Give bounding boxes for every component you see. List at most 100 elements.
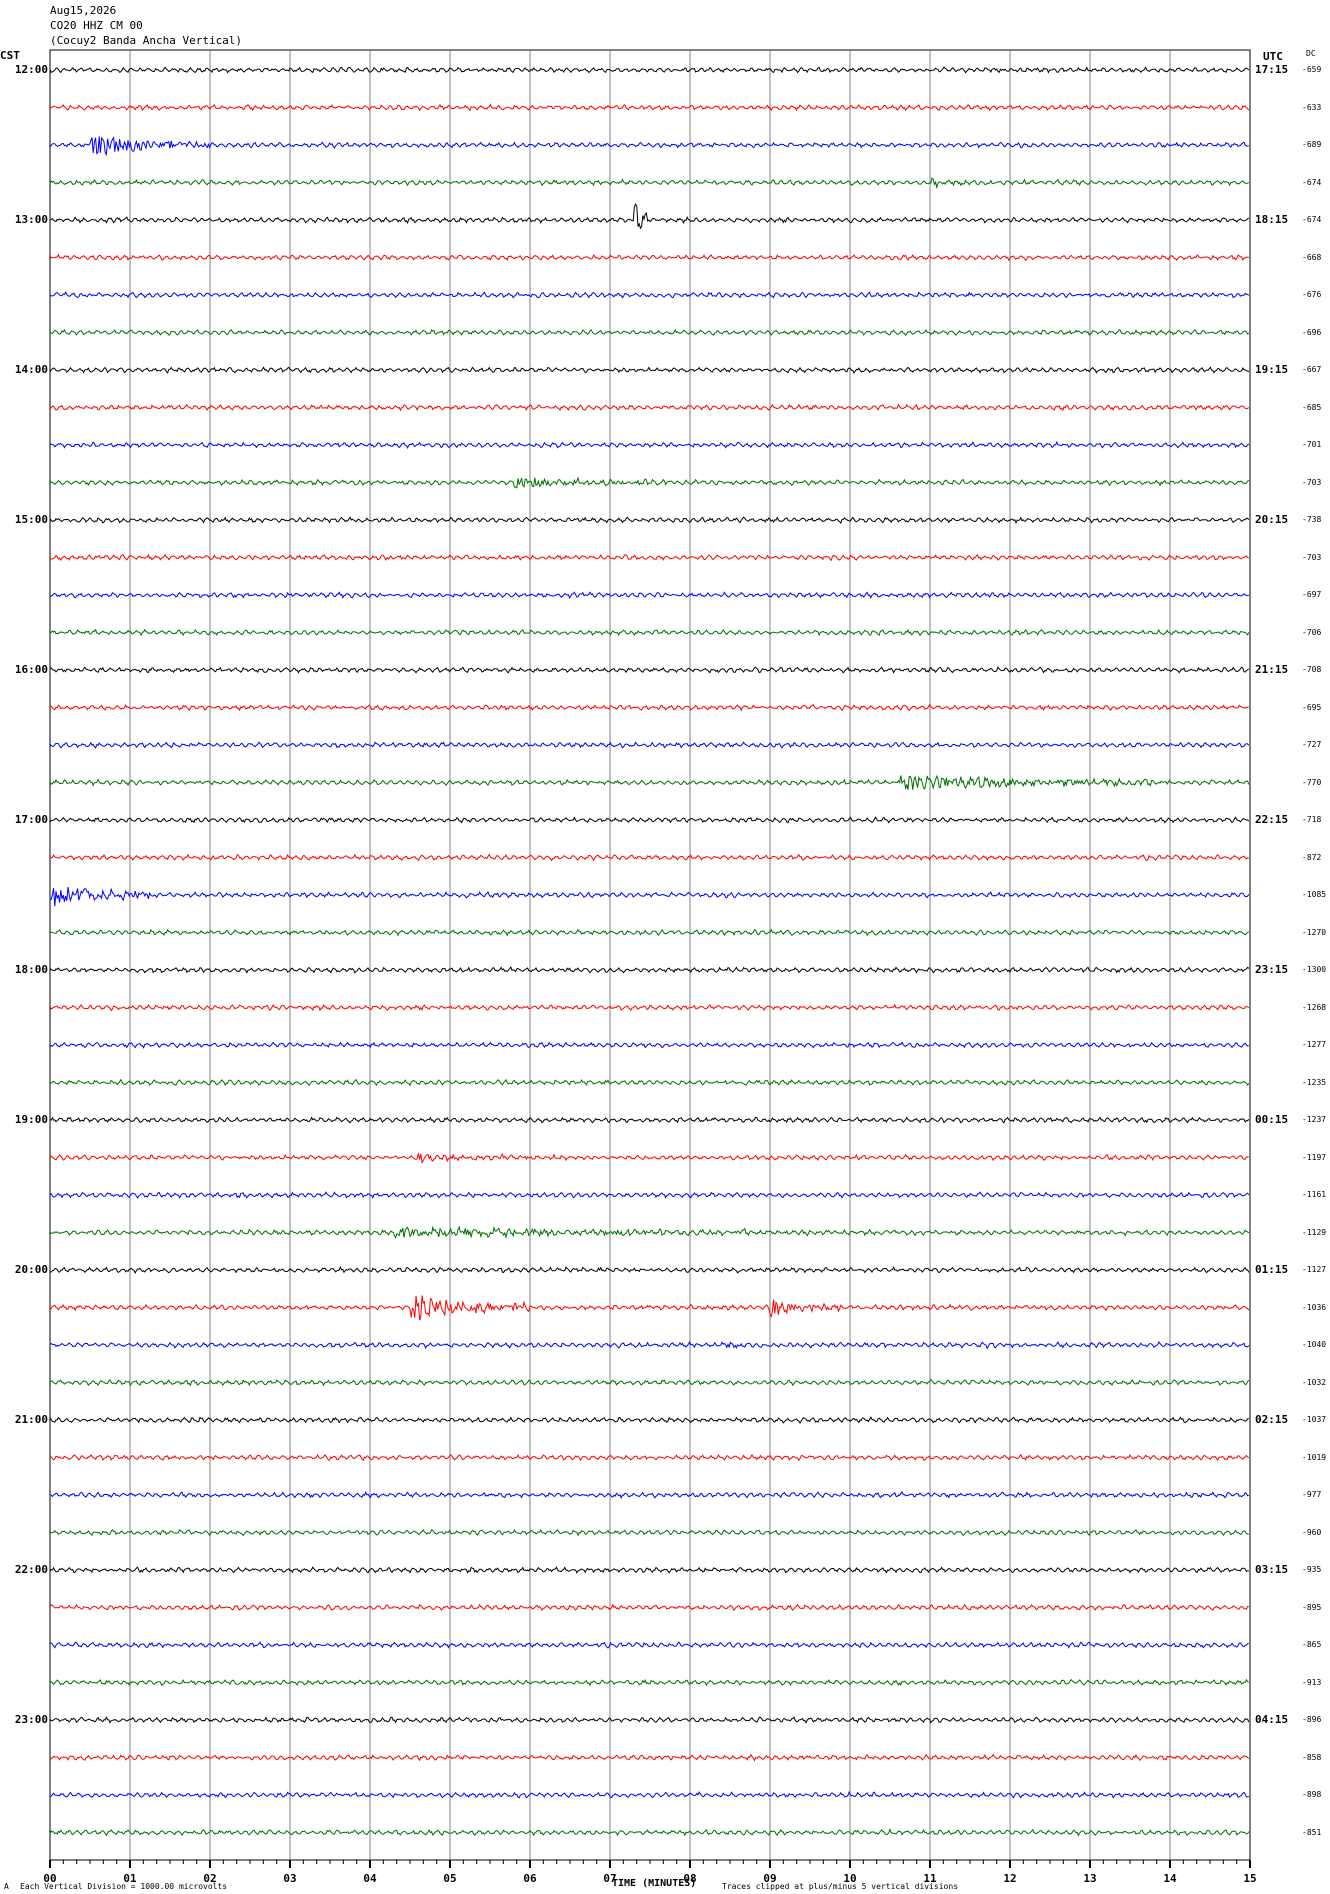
plot-frame	[49, 49, 1251, 1861]
seismic-trace	[49, 1295, 1250, 1321]
dc-offset-label: -1019	[1302, 1452, 1327, 1462]
x-tick-label: 13	[1083, 1872, 1097, 1885]
seismic-trace	[49, 1566, 1249, 1574]
dc-offset-label: -1300	[1302, 965, 1327, 974]
seismic-trace	[49, 1225, 1250, 1240]
seismic-trace	[49, 1490, 1249, 1500]
cst-hour-label: 16:00	[14, 663, 48, 676]
dc-offset-label: -898	[1302, 1790, 1322, 1799]
utc-hour-label: 01:15	[1255, 1263, 1289, 1276]
x-tick-label: 06	[523, 1872, 537, 1885]
dc-offset-label: -1161	[1302, 1190, 1327, 1199]
seismic-trace	[49, 1828, 1250, 1837]
seismic-trace	[49, 816, 1250, 824]
cst-hour-label: 23:00	[14, 1713, 48, 1726]
seismic-trace	[49, 1790, 1249, 1799]
seismic-trace	[49, 1191, 1250, 1199]
seismic-trace	[49, 1265, 1250, 1275]
seismic-trace	[49, 741, 1250, 749]
dc-offset-label: -1127	[1302, 1265, 1327, 1274]
dc-offset-label: -1268	[1302, 1002, 1327, 1012]
dc-offset-label: -872	[1302, 852, 1322, 862]
cst-hour-label: 22:00	[14, 1563, 48, 1576]
seismic-trace	[49, 703, 1249, 712]
seismic-trace	[49, 966, 1250, 974]
seismic-trace	[49, 1003, 1250, 1012]
seismic-trace	[49, 1716, 1250, 1724]
dc-offset-label: -1270	[1302, 927, 1327, 937]
dc-offset-label: -851	[1302, 1827, 1322, 1837]
dc-offset-label: -977	[1302, 1490, 1322, 1499]
cst-hour-label: 20:00	[14, 1263, 48, 1276]
dc-offset-label: -718	[1302, 815, 1322, 824]
dc-offset-label: -913	[1302, 1677, 1322, 1687]
dc-offset-label: -668	[1302, 252, 1322, 262]
dc-offset-label: -1197	[1302, 1152, 1327, 1162]
seismic-trace	[49, 1041, 1249, 1049]
utc-hour-label: 21:15	[1255, 663, 1289, 676]
utc-hour-label: 17:15	[1255, 63, 1289, 76]
cst-hour-label: 19:00	[14, 1113, 48, 1126]
seismic-trace	[49, 1340, 1250, 1350]
dc-offset-label: -659	[1302, 65, 1322, 74]
dc-offset-label: -633	[1302, 102, 1322, 112]
seismic-trace	[49, 136, 1249, 157]
seismic-trace	[50, 928, 1250, 937]
footer-scale-note: Each Vertical Division = 1000.00 microvo…	[20, 1882, 228, 1891]
dc-offset-label: -674	[1302, 215, 1322, 224]
dc-offset-label: -895	[1302, 1602, 1322, 1612]
seismic-trace	[49, 774, 1250, 790]
helicorder-plot	[49, 49, 1251, 1868]
dc-offset-label: -1040	[1302, 1340, 1327, 1349]
x-tick-label: 03	[283, 1872, 297, 1885]
corner-mark: A	[4, 1882, 9, 1891]
dc-offset-label: -703	[1302, 552, 1322, 562]
dc-offset-label: -1235	[1302, 1077, 1327, 1087]
cst-hour-label: 14:00	[14, 363, 48, 376]
seismic-trace	[49, 1641, 1249, 1649]
utc-hour-label: 20:15	[1255, 513, 1289, 526]
dc-offset-label: -689	[1302, 140, 1322, 149]
seismic-trace	[49, 440, 1250, 450]
seismic-trace	[49, 853, 1249, 862]
utc-hour-label: 03:15	[1255, 1563, 1289, 1576]
dc-offset-label: -1032	[1302, 1377, 1327, 1387]
seismic-trace	[49, 1416, 1249, 1424]
seismic-trace	[49, 328, 1250, 337]
x-tick-label: 12	[1003, 1872, 1017, 1885]
seismic-trace	[49, 886, 1250, 907]
seismic-trace	[49, 666, 1250, 674]
seismic-trace	[49, 1753, 1250, 1762]
cst-hour-label: 12:00	[14, 63, 48, 76]
seismic-trace	[49, 1453, 1250, 1462]
seismic-trace	[49, 403, 1250, 412]
seismic-trace	[49, 516, 1250, 525]
dc-offset-label: -703	[1302, 477, 1322, 487]
utc-hour-label: 00:15	[1255, 1113, 1289, 1126]
dc-offset-label: -701	[1302, 440, 1322, 449]
dc-offset-label: -695	[1302, 702, 1322, 712]
utc-hour-label: 04:15	[1255, 1713, 1289, 1726]
dc-offset-label: -1036	[1302, 1302, 1327, 1312]
x-tick-label: 15	[1243, 1872, 1257, 1885]
seismic-trace	[49, 1078, 1250, 1087]
seismic-trace	[49, 553, 1249, 562]
utc-hour-label: 22:15	[1255, 813, 1289, 826]
dc-offset-label: -738	[1302, 515, 1322, 524]
seismic-trace	[49, 291, 1250, 299]
seismic-trace	[49, 177, 1250, 190]
dc-offset-label: -1129	[1302, 1227, 1327, 1237]
dc-offset-label: -706	[1302, 627, 1322, 637]
utc-hour-label: 19:15	[1255, 363, 1289, 376]
dc-offset-label: -960	[1302, 1527, 1322, 1537]
dc-offset-label: -685	[1302, 402, 1322, 412]
dc-offset-label: -1237	[1302, 1115, 1327, 1124]
seismic-trace	[49, 253, 1249, 262]
utc-hour-label: 02:15	[1255, 1413, 1289, 1426]
seismic-trace	[49, 1116, 1250, 1124]
seismic-trace	[49, 366, 1250, 374]
seismic-trace	[49, 103, 1250, 112]
footer-clip-note: Traces clipped at plus/minus 5 vertical …	[722, 1882, 959, 1891]
dc-offset-label: -1085	[1302, 890, 1327, 899]
utc-hour-label: 23:15	[1255, 963, 1289, 976]
